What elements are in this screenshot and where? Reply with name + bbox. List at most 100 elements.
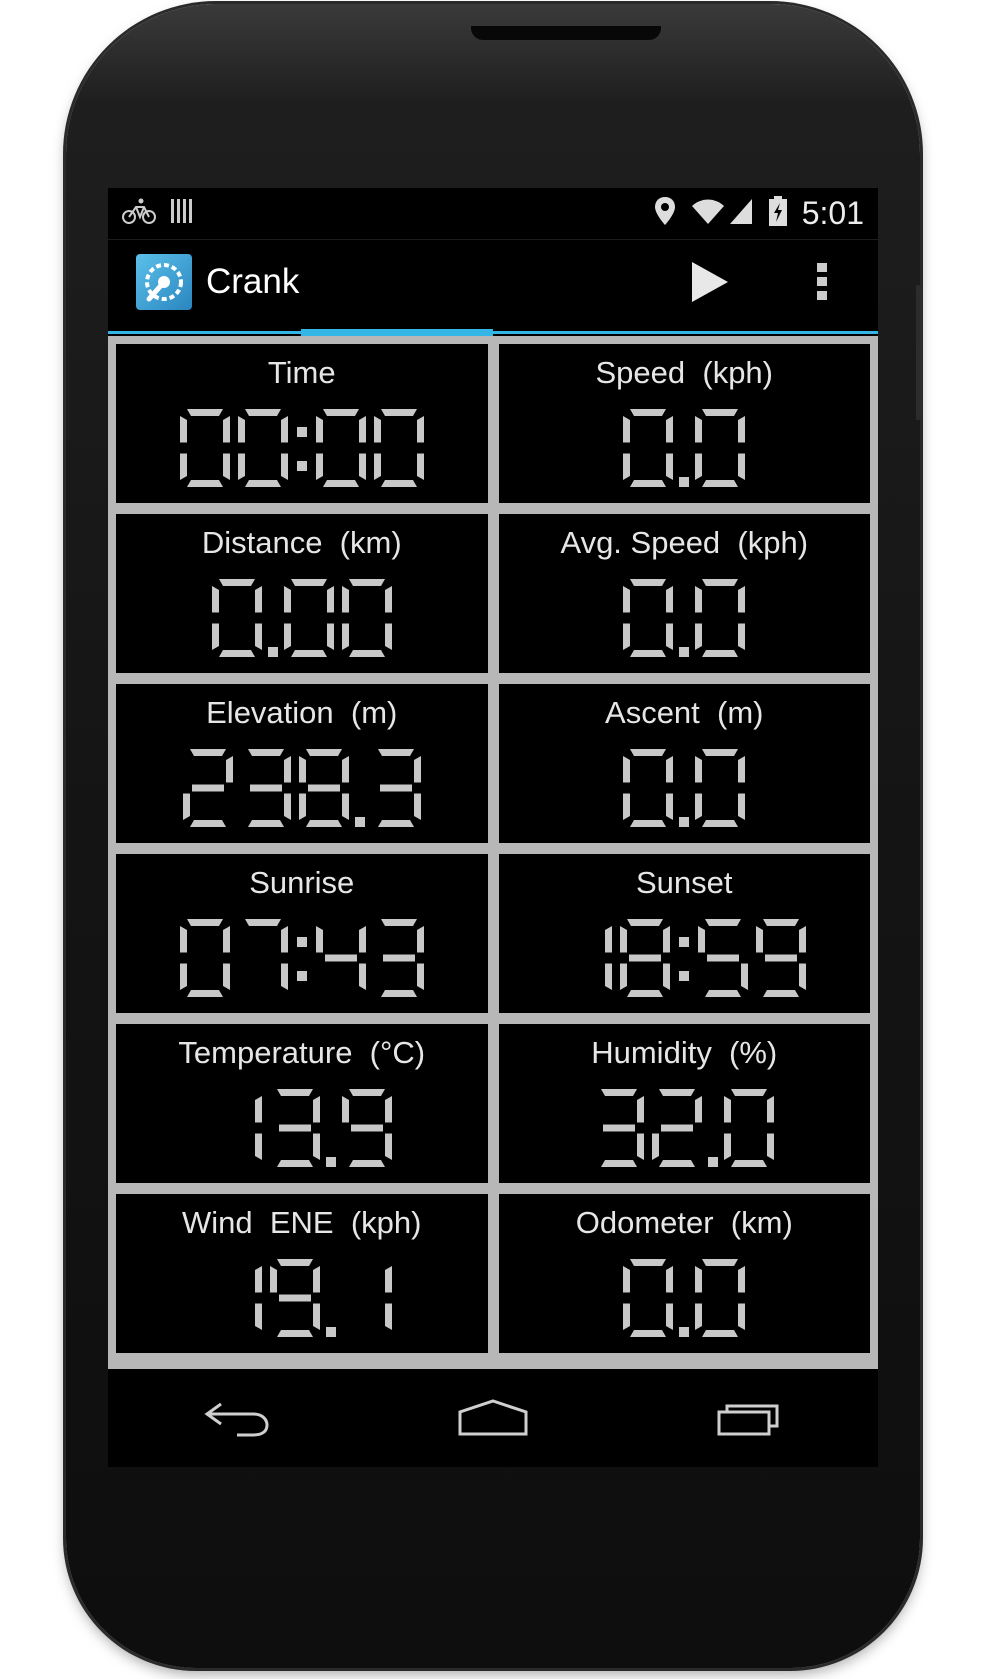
segment-c	[799, 963, 807, 990]
digit-0	[283, 579, 334, 657]
tab-indicator	[108, 329, 878, 336]
back-button[interactable]	[176, 1383, 296, 1453]
segment-f	[724, 1096, 732, 1123]
segment-c	[358, 453, 366, 480]
segment-a	[705, 919, 742, 926]
segment-a	[377, 749, 414, 756]
metrics-grid: Time Speed (kph) Distance (km) Avg. Spee…	[108, 336, 878, 1369]
segment-f	[315, 416, 323, 443]
metric-humidity[interactable]: Humidity (%)	[498, 1024, 870, 1183]
segment-a	[189, 749, 226, 756]
metric-elevation[interactable]: Elevation (m)	[116, 684, 488, 843]
metric-label: Distance (km)	[201, 525, 402, 560]
segment-d	[276, 1160, 313, 1167]
overflow-menu-button[interactable]	[802, 252, 842, 312]
recent-apps-button[interactable]	[690, 1383, 810, 1453]
digit-8	[620, 919, 671, 997]
segment-c	[254, 1133, 262, 1160]
metric-time[interactable]: Time	[116, 344, 488, 503]
battery-charging-icon	[768, 196, 788, 231]
segment-e	[179, 453, 187, 480]
segment-a	[630, 1259, 667, 1266]
metric-label: Time	[267, 355, 336, 390]
metric-value	[619, 405, 749, 487]
crank-app-icon[interactable]	[136, 254, 192, 310]
metric-odometer[interactable]: Odometer (km)	[498, 1194, 870, 1353]
segment-f	[695, 586, 703, 613]
digit-0	[237, 409, 288, 487]
segment-c	[637, 1133, 645, 1160]
metric-sunset[interactable]: Sunset	[498, 854, 870, 1013]
digit-0	[373, 409, 424, 487]
metric-value	[619, 575, 749, 657]
segment-f	[373, 416, 381, 443]
segment-c	[312, 1133, 320, 1160]
metric-speed[interactable]: Speed (kph)	[498, 344, 870, 503]
tab-4[interactable]	[685, 331, 878, 334]
segment-f	[341, 1096, 349, 1123]
metric-avg-speed[interactable]: Avg. Speed (kph)	[498, 514, 870, 673]
decimal-point	[354, 817, 365, 827]
segment-a	[380, 409, 417, 416]
segment-e	[341, 623, 349, 650]
segment-f	[179, 926, 187, 953]
segment-f	[237, 416, 245, 443]
segment-e	[620, 963, 628, 990]
play-button[interactable]	[680, 252, 740, 312]
metric-ascent[interactable]: Ascent (m)	[498, 684, 870, 843]
segment-b	[384, 1266, 392, 1293]
segment-d	[247, 820, 284, 827]
segment-a	[244, 919, 281, 926]
tab-3[interactable]	[493, 331, 686, 334]
digit-0	[623, 1259, 674, 1337]
digit-0	[695, 579, 746, 657]
metric-label: Humidity (%)	[591, 1035, 778, 1070]
segment-c	[326, 623, 334, 650]
segment-b	[416, 416, 424, 443]
segment-b	[637, 1096, 645, 1123]
segment-g	[629, 954, 662, 962]
segment-f	[620, 926, 628, 953]
decimal-point	[679, 477, 690, 487]
digit-0	[623, 749, 674, 827]
play-icon	[692, 262, 728, 302]
segment-a	[244, 409, 281, 416]
segment-a	[630, 749, 667, 756]
segment-e	[623, 793, 631, 820]
metric-sunrise[interactable]: Sunrise	[116, 854, 488, 1013]
segment-e	[623, 1303, 631, 1330]
segment-d	[763, 990, 800, 997]
metric-wind[interactable]: Wind ENE (kph)	[116, 1194, 488, 1353]
digit-3	[377, 749, 421, 827]
metric-distance[interactable]: Distance (km)	[116, 514, 488, 673]
segment-b	[413, 756, 421, 783]
metric-value	[619, 745, 749, 827]
digit-0	[211, 579, 262, 657]
decimal-point	[679, 817, 690, 827]
segment-a	[601, 1089, 638, 1096]
metric-temperature[interactable]: Temperature (°C)	[116, 1024, 488, 1183]
segment-f	[698, 926, 706, 953]
back-icon	[204, 1402, 269, 1437]
metric-value	[176, 915, 428, 997]
segment-e	[179, 963, 187, 990]
segment-f	[695, 416, 703, 443]
status-bar: 5:01	[108, 188, 878, 240]
segment-a	[702, 1259, 739, 1266]
tab-1[interactable]	[108, 331, 301, 334]
earpiece-speaker	[471, 26, 661, 40]
home-button[interactable]	[433, 1383, 553, 1453]
digit-2	[652, 1089, 703, 1167]
segment-g	[278, 1294, 311, 1302]
tab-2[interactable]	[300, 329, 493, 336]
segment-a	[276, 1089, 313, 1096]
digit-0	[179, 919, 230, 997]
segment-g	[707, 954, 740, 962]
segment-b	[254, 1096, 262, 1123]
metric-value	[179, 745, 425, 827]
digit-2	[182, 749, 233, 827]
digit-1	[384, 1266, 392, 1330]
digit-3	[601, 1089, 645, 1167]
status-time: 5:01	[801, 195, 864, 231]
segment-c	[738, 793, 746, 820]
